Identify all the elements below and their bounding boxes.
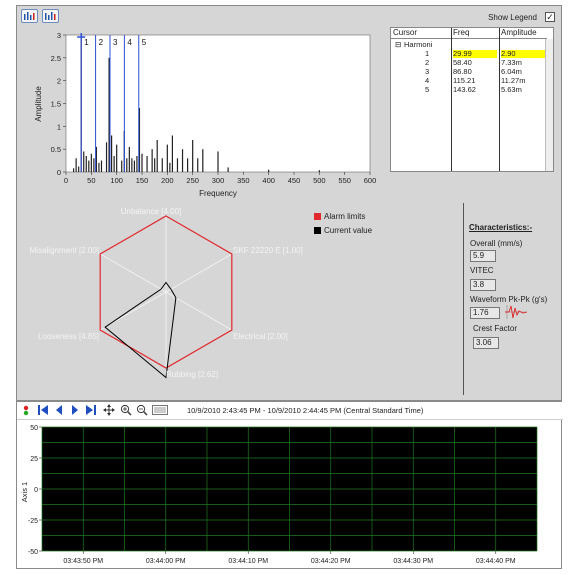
- radar-spoke: [99, 253, 167, 293]
- amp-value: 2.90: [501, 50, 545, 58]
- radar-axis-label: Misalignment [2.00]: [30, 246, 99, 255]
- amp-value: 7.33m: [501, 58, 522, 67]
- radar-axis-label: Unbalance [4.00]: [121, 207, 182, 216]
- y-tick-label: 50: [30, 425, 38, 432]
- radar-axis-label: Electrical [2.00]: [233, 332, 288, 341]
- current-value-swatch: [314, 227, 321, 234]
- zoom-in-icon[interactable]: [120, 404, 132, 416]
- previous-icon[interactable]: [53, 404, 65, 416]
- y-tick-label: -50: [28, 549, 38, 556]
- time-range-label: 10/9/2010 2:43:45 PM - 10/9/2010 2:44:45…: [187, 406, 424, 415]
- time-plot-ylabel: Axis 1: [20, 482, 29, 502]
- current-value-polygon: [104, 281, 177, 379]
- time-waveform-chart[interactable]: 50 25 0 -25 -50 03:43:50 PM 03:44:00 PM 03:44:…: [17, 420, 563, 570]
- next-icon[interactable]: [69, 404, 81, 416]
- x-tick-label: 03:44:10 PM: [228, 558, 268, 565]
- amp-value: 6.04m: [501, 67, 522, 76]
- characteristics-title: Characteristics:-: [469, 223, 533, 232]
- x-tick-label: 03:43:50 PM: [63, 558, 103, 565]
- record-icon[interactable]: [20, 404, 32, 416]
- overall-value: 5.9: [470, 250, 496, 262]
- table-scrollbar[interactable]: [545, 39, 553, 171]
- overall-label: Overall (mm/s): [470, 239, 523, 248]
- y-tick-label: -25: [28, 518, 38, 525]
- alarm-limits-swatch: [314, 213, 321, 220]
- vitec-label: VITEC: [470, 266, 494, 275]
- waveform-label: Waveform Pk-Pk (g's): [470, 295, 548, 304]
- waveform-value: 1.76: [470, 307, 500, 319]
- amp-value: 11.27m: [501, 76, 526, 85]
- y-tick-label: 0: [34, 487, 38, 494]
- pan-icon[interactable]: [103, 404, 115, 416]
- amplitude-col-header[interactable]: Amplitude: [499, 28, 547, 39]
- navigation-toolbar: 10/9/2010 2:43:45 PM - 10/9/2010 2:44:45…: [17, 402, 563, 420]
- reset-zoom-icon[interactable]: [152, 404, 168, 416]
- show-legend-label: Show Legend: [488, 13, 537, 22]
- x-tick-label: 03:44:20 PM: [311, 558, 351, 565]
- time-waveform-panel: 10/9/2010 2:43:45 PM - 10/9/2010 2:44:45…: [16, 401, 563, 570]
- radar-spoke: [165, 253, 233, 293]
- last-page-icon[interactable]: [85, 404, 97, 416]
- amp-value: 5.63m: [501, 85, 522, 94]
- freq-value: 29.99: [453, 50, 497, 58]
- radar-axis-label: SKF 22220 E [1.00]: [233, 246, 303, 255]
- x-tick-label: 03:44:00 PM: [146, 558, 186, 565]
- show-legend-checkbox[interactable]: ✓: [545, 12, 555, 22]
- crest-factor-value: 3.06: [473, 337, 499, 349]
- x-tick-label: 03:44:40 PM: [476, 558, 516, 565]
- radar-axis-label: Rubbing [2.62]: [166, 370, 218, 379]
- fault-radar-chart: Unbalance [4.00] SKF 22220 E [1.00] Elec…: [30, 207, 303, 379]
- first-page-icon[interactable]: [37, 404, 49, 416]
- waveform-icon: [505, 305, 528, 319]
- y-tick-label: 25: [30, 456, 38, 463]
- legend-alarm-label: Alarm limits: [324, 212, 366, 221]
- freq-col-header[interactable]: Freq: [451, 28, 499, 39]
- radar-axis-label: Looseness [4.85]: [38, 332, 99, 341]
- zoom-out-icon[interactable]: [136, 404, 148, 416]
- characteristics-divider: [463, 203, 464, 395]
- x-tick-label: 03:44:30 PM: [393, 558, 433, 565]
- crest-factor-label: Crest Factor: [473, 324, 518, 333]
- vitec-value: 3.8: [470, 279, 496, 291]
- legend-current-label: Current value: [324, 226, 373, 235]
- column-divider: [499, 28, 500, 171]
- analysis-panel: Show Legend ✓ 12345 0 50 100 150 200 250 300 35…: [16, 5, 562, 401]
